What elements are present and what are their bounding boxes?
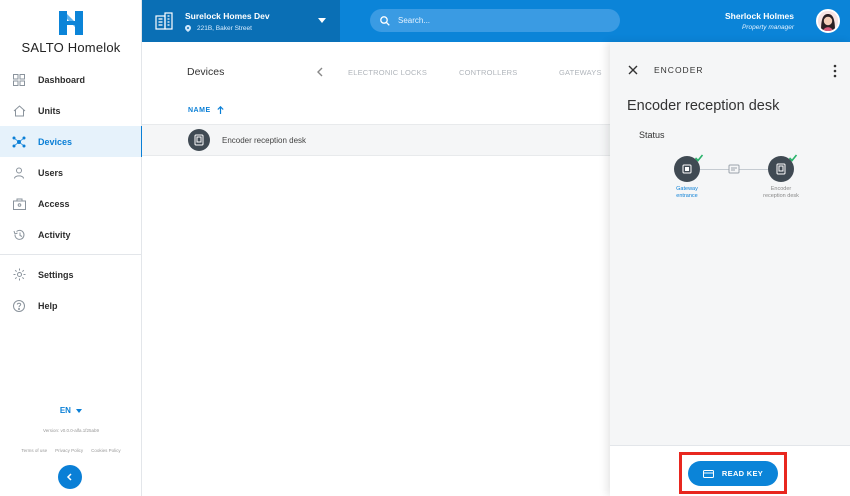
panel-title: ENCODER: [654, 65, 704, 75]
chevron-left-icon: [317, 67, 323, 77]
gateway-node-label: Gateway entrance: [676, 186, 698, 199]
read-key-button[interactable]: READ KEY: [688, 461, 778, 486]
tab-controllers[interactable]: CONTROLLERS: [459, 68, 517, 77]
sidebar: SALTO Homelok Dashboard Units Devices Us…: [0, 0, 143, 496]
sidebar-item-devices[interactable]: Devices: [0, 126, 143, 157]
check-icon: [788, 154, 798, 162]
sidebar-item-help[interactable]: Help: [0, 290, 142, 321]
site-address: 221B, Baker Street: [197, 24, 252, 32]
sidebar-item-label: Activity: [38, 229, 71, 240]
read-key-label: READ KEY: [721, 469, 764, 478]
page-title: Devices: [187, 66, 225, 78]
devices-icon: [12, 135, 26, 149]
device-detail-panel: ENCODER Encoder reception desk Status Ga…: [610, 42, 850, 496]
sort-arrow-up-icon: [217, 106, 224, 114]
app-root: SALTO Homelok Dashboard Units Devices Us…: [0, 0, 850, 496]
access-icon: [12, 197, 26, 211]
sidebar-item-label: Settings: [38, 269, 74, 280]
user-info[interactable]: Sherlock Holmes Property manager: [725, 11, 794, 31]
device-name-heading: Encoder reception desk: [627, 98, 780, 114]
user-avatar-icon: [818, 11, 838, 31]
sidebar-item-units[interactable]: Units: [0, 95, 142, 126]
encoder-link-icon: [728, 164, 740, 174]
top-header: Surelock Homes Dev 221B, Baker Street Sh…: [142, 0, 850, 42]
search-bar[interactable]: [370, 9, 620, 32]
search-icon: [380, 15, 390, 26]
check-icon: [694, 154, 704, 162]
chevron-down-icon: [76, 408, 83, 413]
cookies-link[interactable]: Cookies Policy: [91, 448, 121, 453]
history-icon: [12, 228, 26, 242]
building-icon: [155, 12, 173, 30]
chevron-left-icon: [66, 473, 72, 481]
location-pin-icon: [185, 24, 191, 32]
sidebar-item-users[interactable]: Users: [0, 157, 142, 188]
sidebar-item-label: Dashboard: [38, 74, 86, 85]
sidebar-nav: Dashboard Units Devices Users Access Act…: [0, 64, 143, 321]
column-header-label: NAME: [188, 106, 211, 114]
dashboard-icon: [12, 73, 26, 87]
tabs-scroll-left-button[interactable]: [316, 66, 324, 80]
encoder-node-label: Encoder reception desk: [763, 186, 799, 199]
sidebar-item-label: Units: [38, 105, 61, 116]
sidebar-item-access[interactable]: Access: [0, 188, 142, 219]
privacy-link[interactable]: Privacy Policy: [55, 448, 83, 453]
card-icon: [702, 469, 714, 478]
sidebar-item-label: Help: [38, 300, 58, 311]
encoder-node[interactable]: [768, 154, 798, 182]
language-selector[interactable]: EN: [0, 406, 142, 415]
avatar[interactable]: [816, 9, 840, 33]
connection-status-flow: Gateway entrance Encoder reception desk: [610, 152, 850, 212]
encoder-icon: [188, 129, 210, 151]
app-version: Version: v0.0.0-alfa.1f25ab9: [42, 428, 100, 433]
sidebar-item-label: Access: [38, 198, 70, 209]
caret-down-icon: [318, 18, 326, 23]
sidebar-item-settings[interactable]: Settings: [0, 259, 142, 290]
brand-logo[interactable]: SALTO Homelok: [0, 10, 142, 55]
tab-gateways[interactable]: GATEWAYS: [559, 68, 602, 77]
encoder-icon: [776, 163, 786, 175]
gateway-icon: [682, 164, 692, 174]
salto-logo-icon: [59, 11, 83, 35]
user-icon: [12, 166, 26, 180]
sidebar-item-label: Devices: [38, 136, 73, 147]
gateway-node[interactable]: [674, 154, 704, 182]
sidebar-item-activity[interactable]: Activity: [0, 219, 142, 250]
home-icon: [12, 104, 26, 118]
site-selector[interactable]: Surelock Homes Dev 221B, Baker Street: [142, 0, 340, 42]
column-header-name[interactable]: NAME: [188, 106, 224, 114]
site-name: Surelock Homes Dev: [185, 10, 270, 21]
terms-link[interactable]: Terms of use: [21, 448, 47, 453]
gear-icon: [12, 268, 26, 282]
more-options-icon[interactable]: [832, 64, 838, 78]
user-name: Sherlock Holmes: [725, 11, 794, 21]
tab-electronic-locks[interactable]: ELECTRONIC LOCKS: [348, 68, 427, 77]
brand-name: SALTO Homelok: [21, 40, 121, 55]
collapse-sidebar-button[interactable]: [58, 465, 82, 489]
sidebar-item-dashboard[interactable]: Dashboard: [0, 64, 142, 95]
table-row[interactable]: Encoder reception desk: [142, 124, 610, 156]
sidebar-item-label: Users: [38, 167, 64, 178]
main-content: Devices ELECTRONIC LOCKS CONTROLLERS GAT…: [142, 42, 610, 496]
site-address-row: 221B, Baker Street: [185, 24, 270, 32]
status-label: Status: [639, 130, 665, 140]
help-icon: [12, 299, 26, 313]
device-name: Encoder reception desk: [222, 135, 307, 145]
legal-links: Terms of use Privacy Policy Cookies Poli…: [0, 448, 142, 453]
search-input[interactable]: [398, 16, 598, 25]
nav-divider: [0, 254, 142, 255]
site-info: Surelock Homes Dev 221B, Baker Street: [185, 11, 270, 32]
language-label: EN: [59, 406, 71, 415]
panel-footer: READ KEY: [610, 445, 850, 496]
close-icon[interactable]: [627, 64, 639, 76]
user-role: Property manager: [741, 24, 794, 31]
